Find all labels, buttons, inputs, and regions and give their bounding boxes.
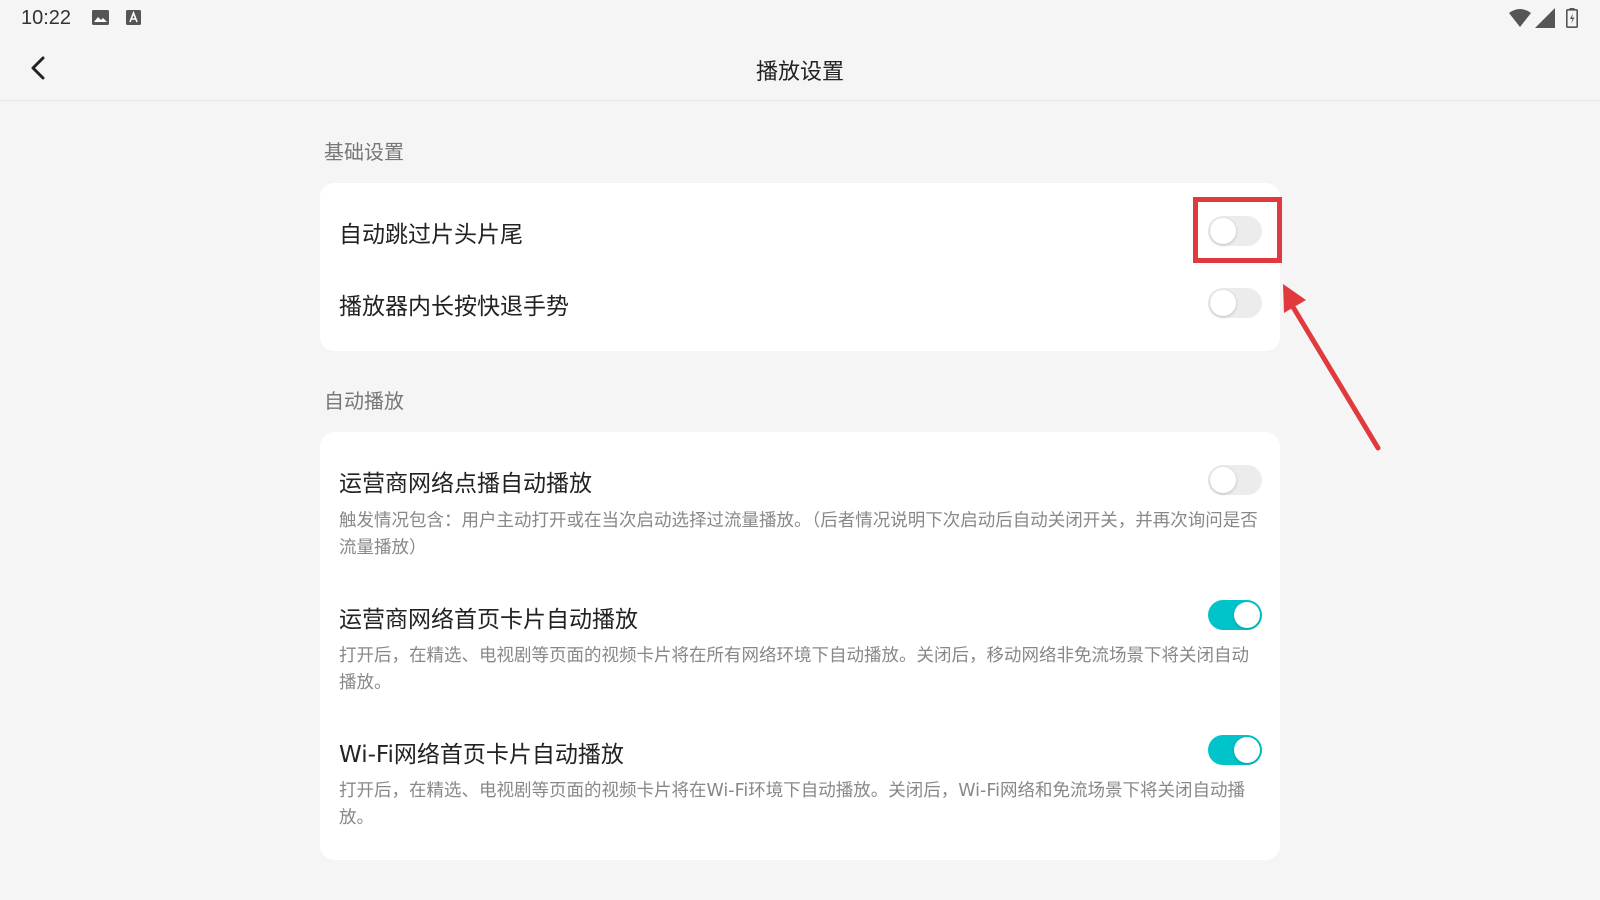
toggle-knob bbox=[1210, 290, 1236, 316]
setting-desc-carrier-home-card-autoplay: 打开后，在精选、电视剧等页面的视频卡片将在所有网络环境下自动播放。关闭后，移动网… bbox=[339, 646, 1249, 693]
toggle-wifi-home-card-autoplay[interactable] bbox=[1208, 735, 1262, 765]
toggle-long-press-rewind[interactable] bbox=[1208, 288, 1262, 318]
setting-title-long-press-rewind: 播放器内长按快退手势 bbox=[339, 294, 569, 320]
setting-desc-wifi-home-card-autoplay: 打开后，在精选、电视剧等页面的视频卡片将在Wi-Fi环境下自动播放。关闭后，Wi… bbox=[339, 781, 1245, 828]
wifi-icon bbox=[1509, 9, 1531, 27]
status-time: 10:22 bbox=[21, 7, 72, 29]
setting-title-carrier-vod-autoplay: 运营商网络点播自动播放 bbox=[339, 471, 592, 497]
a-icon bbox=[126, 10, 141, 25]
setting-title-skip-intro: 自动跳过片头片尾 bbox=[339, 222, 523, 248]
page-title: 播放设置 bbox=[755, 60, 844, 85]
toggle-carrier-home-card-autoplay[interactable] bbox=[1208, 600, 1262, 630]
toggle-carrier-vod-autoplay[interactable] bbox=[1208, 465, 1262, 495]
toggle-knob bbox=[1210, 467, 1236, 493]
setting-title-carrier-home-card-autoplay: 运营商网络首页卡片自动播放 bbox=[339, 607, 638, 633]
signal-icon bbox=[1535, 8, 1555, 28]
annotation-highlight-box bbox=[1193, 197, 1282, 263]
toggle-knob bbox=[1234, 737, 1260, 763]
setting-title-wifi-home-card-autoplay: Wi-Fi网络首页卡片自动播放 bbox=[339, 742, 624, 768]
section-label-autoplay: 自动播放 bbox=[324, 389, 404, 413]
image-icon bbox=[92, 10, 109, 25]
setting-desc-carrier-vod-autoplay: 触发情况包含：用户主动打开或在当次启动选择过流量播放。（后者情况说明下次启动后自… bbox=[339, 511, 1258, 558]
card-autoplay-settings: 运营商网络点播自动播放 触发情况包含：用户主动打开或在当次启动选择过流量播放。（… bbox=[320, 432, 1280, 860]
annotation-arrow-icon bbox=[1283, 284, 1381, 451]
toggle-knob bbox=[1234, 602, 1260, 628]
card-basic-settings: 自动跳过片头片尾 播放器内长按快退手势 bbox=[320, 183, 1280, 351]
section-label-basic: 基础设置 bbox=[324, 140, 404, 164]
app-bar: 播放设置 bbox=[0, 36, 1600, 101]
battery-icon bbox=[1566, 8, 1578, 28]
status-bar: 10:22 bbox=[0, 0, 1600, 36]
